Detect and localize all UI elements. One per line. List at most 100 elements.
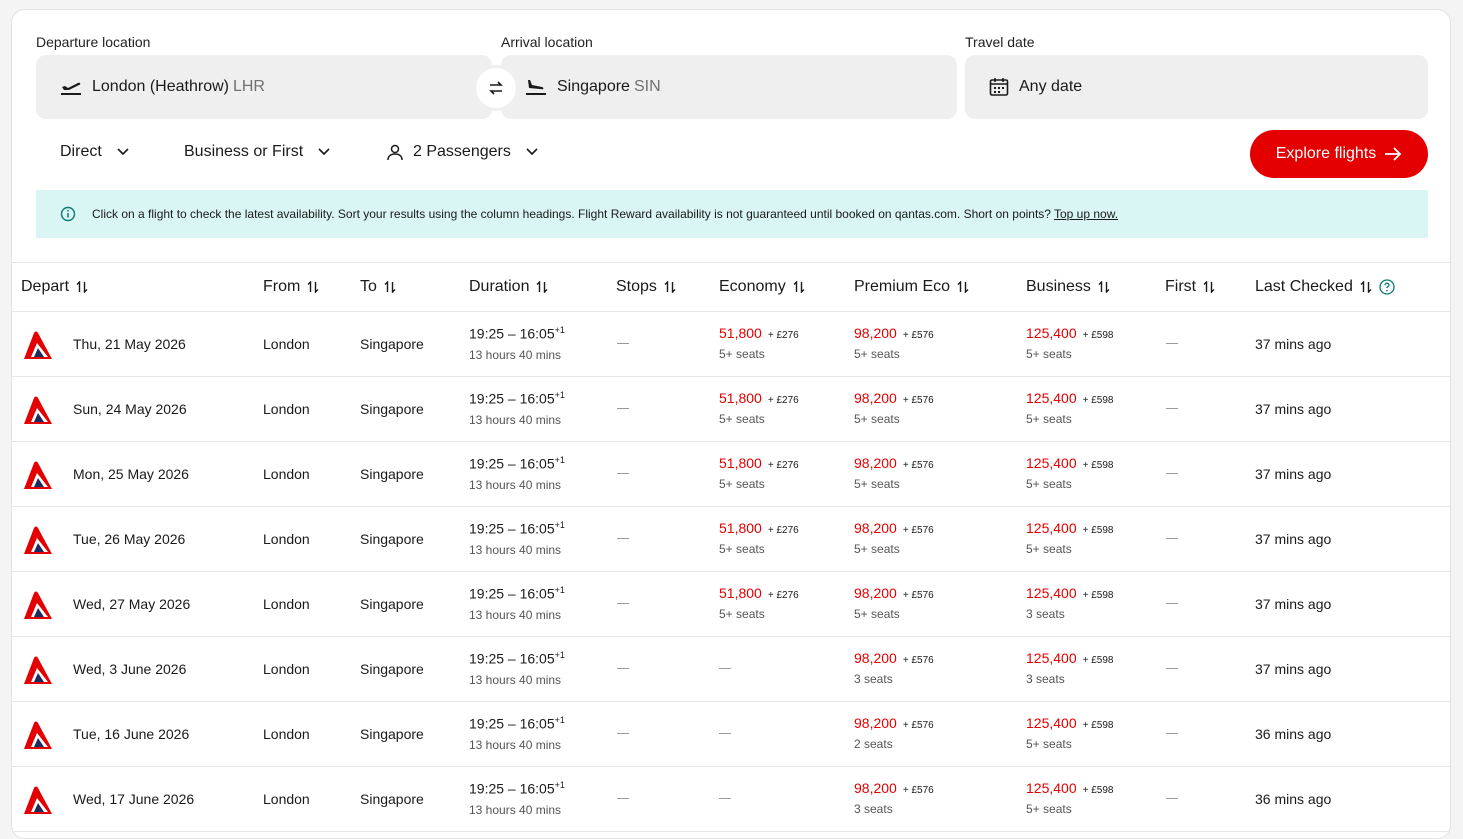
premium-fare[interactable]: 98,200 + £576 3 seats (854, 650, 934, 686)
table-row[interactable]: Tue, 26 May 2026 London Singapore 19:25 – 1… (12, 507, 1450, 572)
arrival-code: SIN (633, 78, 661, 95)
last-checked: 37 mins ago (1255, 596, 1332, 612)
passengers-dropdown-label: 2 Passengers (413, 143, 511, 160)
economy-price: 51,800 + £276 (719, 585, 799, 601)
first-empty (1166, 668, 1178, 669)
duration: 19:25 – 16:05+1 13 hours 40 mins (469, 650, 565, 687)
duration-text: 13 hours 40 mins (469, 542, 562, 557)
to-city: Singapore (360, 531, 424, 547)
column-depart-label: Depart (21, 278, 70, 295)
premium-price: 98,200 + £576 (854, 585, 934, 601)
business-seats: 3 seats (1026, 672, 1065, 686)
business-tax: + £598 (1082, 395, 1114, 406)
duration: 19:25 – 16:05+1 13 hours 40 mins (469, 325, 565, 362)
economy-fare[interactable]: 51,800 + £276 5+ seats (719, 390, 799, 426)
economy-fare[interactable]: 51,800 + £276 5+ seats (719, 585, 799, 621)
column-premium-label: Premium Eco (854, 278, 951, 295)
economy-seats: 5+ seats (719, 542, 765, 556)
arrival-field[interactable]: Singapore SIN (501, 55, 957, 119)
economy-fare[interactable]: 51,800 + £276 5+ seats (719, 455, 799, 491)
from-city: London (263, 401, 310, 417)
premium-fare[interactable]: 98,200 + £576 5+ seats (854, 390, 934, 426)
arrival-label: Arrival location (501, 34, 593, 50)
column-from-label: From (263, 278, 301, 295)
premium-fare[interactable]: 98,200 + £576 5+ seats (854, 325, 934, 361)
column-premium[interactable]: Premium Eco (854, 278, 969, 296)
passengers-dropdown[interactable]: 2 Passengers (386, 143, 543, 161)
stops-value (617, 473, 629, 474)
cabin-dropdown[interactable]: Business or First (184, 143, 335, 161)
premium-tax: + £576 (902, 720, 934, 731)
table-row[interactable]: Thu, 21 May 2026 London Singapore 19:25 – 1… (12, 312, 1450, 377)
economy-tax: + £276 (767, 330, 799, 341)
table-row[interactable]: Wed, 3 June 2026 London Singapore 19:25 – 1… (12, 637, 1450, 702)
column-business[interactable]: Business (1026, 278, 1110, 296)
first-empty (1166, 733, 1178, 734)
premium-fare[interactable]: 98,200 + £576 5+ seats (854, 520, 934, 556)
stops-value (617, 798, 629, 799)
search-row: Departure location London (Heathrow) LHR… (36, 34, 1428, 120)
premium-points: 98,200 (854, 390, 897, 406)
last-checked: 37 mins ago (1255, 466, 1332, 482)
column-duration[interactable]: Duration (469, 278, 548, 296)
business-fare[interactable]: 125,400 + £598 3 seats (1026, 650, 1113, 686)
column-economy[interactable]: Economy (719, 278, 805, 296)
date-field[interactable]: Any date (965, 55, 1428, 119)
stops-value (617, 603, 629, 604)
column-depart[interactable]: Depart (21, 278, 88, 296)
first-empty (1166, 343, 1178, 344)
info-icon (60, 206, 76, 222)
flight-times: 19:25 – 16:05+1 (469, 455, 565, 472)
column-from[interactable]: From (263, 278, 319, 296)
premium-seats: 5+ seats (854, 477, 900, 491)
business-seats: 5+ seats (1026, 347, 1072, 361)
help-icon[interactable] (1379, 279, 1395, 295)
premium-fare[interactable]: 98,200 + £576 5+ seats (854, 585, 934, 621)
table-row[interactable]: Wed, 27 May 2026 London Singapore 19:25 – 1… (12, 572, 1450, 637)
premium-seats: 3 seats (854, 672, 893, 686)
economy-fare[interactable]: 51,800 + £276 5+ seats (719, 520, 799, 556)
column-stops[interactable]: Stops (616, 278, 676, 296)
economy-tax: + £276 (767, 525, 799, 536)
flight-times-text: 19:25 – 16:05 (469, 520, 555, 537)
swap-locations-button[interactable] (473, 65, 519, 111)
business-fare[interactable]: 125,400 + £598 3 seats (1026, 585, 1113, 621)
stops-dropdown[interactable]: Direct (60, 143, 134, 161)
business-price: 125,400 + £598 (1026, 780, 1113, 796)
business-tax: + £598 (1082, 460, 1114, 471)
premium-fare[interactable]: 98,200 + £576 2 seats (854, 715, 934, 751)
table-row[interactable]: Mon, 25 May 2026 London Singapore 19:25 – 1… (12, 442, 1450, 507)
column-to[interactable]: To (360, 278, 396, 296)
next-day-indicator: +1 (554, 650, 565, 660)
duration: 19:25 – 16:05+1 13 hours 40 mins (469, 390, 565, 427)
column-last-checked[interactable]: Last Checked (1255, 278, 1395, 296)
table-row[interactable]: Tue, 16 June 2026 London Singapore 19:25 – … (12, 702, 1450, 767)
airline-logo-icon (24, 721, 52, 749)
stops-value (617, 733, 629, 734)
business-fare[interactable]: 125,400 + £598 5+ seats (1026, 455, 1113, 491)
top-up-link[interactable]: Top up now. (1054, 207, 1118, 221)
last-checked: 37 mins ago (1255, 401, 1332, 417)
economy-seats: 5+ seats (719, 607, 765, 621)
economy-tax: + £276 (767, 395, 799, 406)
table-row[interactable]: Wed, 17 June 2026 London Singapore 19:25 – … (12, 767, 1450, 832)
economy-fare[interactable]: 51,800 + £276 5+ seats (719, 325, 799, 361)
column-stops-label: Stops (616, 278, 657, 295)
business-tax: + £598 (1082, 720, 1114, 731)
explore-flights-button[interactable]: Explore flights (1250, 130, 1428, 178)
premium-fare[interactable]: 98,200 + £576 3 seats (854, 780, 934, 816)
column-first[interactable]: First (1165, 278, 1215, 296)
departure-field[interactable]: London (Heathrow) LHR (36, 55, 492, 119)
economy-price: 51,800 + £276 (719, 390, 799, 406)
premium-fare[interactable]: 98,200 + £576 5+ seats (854, 455, 934, 491)
table-row[interactable]: Sun, 24 May 2026 London Singapore 19:25 – 1… (12, 377, 1450, 442)
premium-tax: + £576 (902, 655, 934, 666)
swap-icon (489, 81, 503, 95)
table-body: Thu, 21 May 2026 London Singapore 19:25 – 1… (12, 312, 1450, 832)
to-city: Singapore (360, 336, 424, 352)
business-fare[interactable]: 125,400 + £598 5+ seats (1026, 390, 1113, 426)
business-fare[interactable]: 125,400 + £598 5+ seats (1026, 325, 1113, 361)
business-fare[interactable]: 125,400 + £598 5+ seats (1026, 520, 1113, 556)
business-fare[interactable]: 125,400 + £598 5+ seats (1026, 780, 1113, 816)
business-fare[interactable]: 125,400 + £598 5+ seats (1026, 715, 1113, 751)
